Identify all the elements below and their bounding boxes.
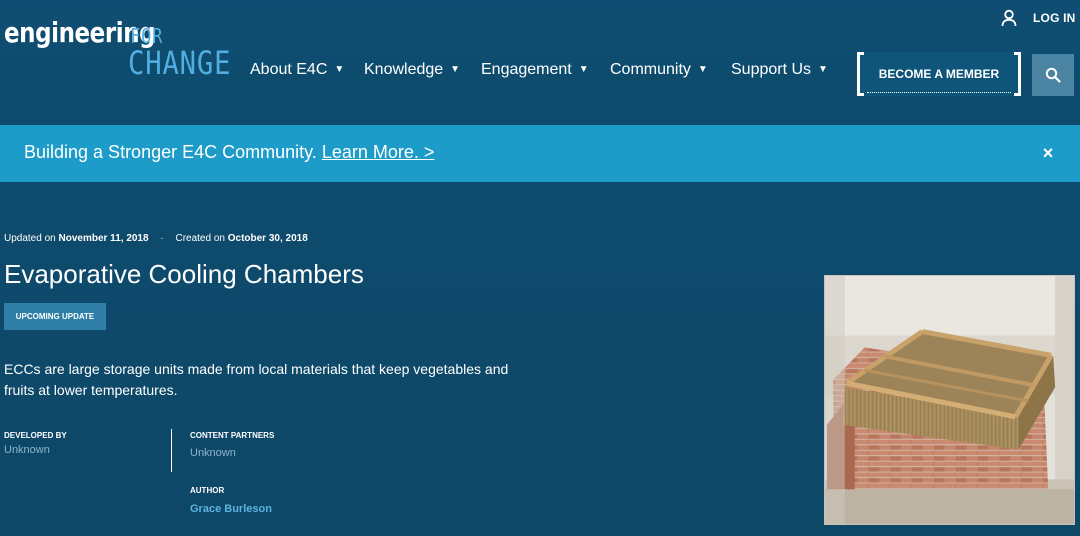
banner-learn-more-link[interactable]: Learn More. >: [322, 142, 435, 162]
content-partners-value: Unknown: [190, 447, 236, 459]
content-partners-label: CONTENT PARTNERS: [190, 431, 275, 440]
date-separator: ·: [160, 233, 164, 244]
site-header: engineering FOR CHANGE About E4C ▼ Knowle…: [0, 0, 1080, 125]
author-link[interactable]: Grace Burleson: [190, 503, 272, 515]
login-label: LOG IN: [1033, 11, 1076, 25]
nav-item-about[interactable]: About E4C ▼: [250, 61, 344, 81]
bracket-right: [1014, 52, 1021, 96]
page-title: Evaporative Cooling Chambers: [4, 259, 364, 289]
become-member-label: BECOME A MEMBER: [878, 67, 1000, 81]
nav-item-label: Engagement: [481, 61, 572, 78]
upcoming-update-badge[interactable]: UPCOMING UPDATE: [4, 303, 106, 330]
caret-down-icon: ▼: [450, 64, 461, 75]
created-date: October 30, 2018: [227, 233, 308, 244]
search-icon: [1045, 67, 1061, 83]
article-description: ECCs are large storage units made from l…: [4, 361, 509, 398]
become-member-button[interactable]: BECOME A MEMBER: [857, 52, 1021, 96]
announcement-banner: Building a Stronger E4C Community. Learn…: [0, 125, 1080, 182]
author-label: AUTHOR: [190, 486, 225, 495]
cooling-chamber-photo: [824, 275, 1075, 525]
article-hero: Updated on November 11, 2018 · Created o…: [0, 182, 1080, 536]
nav-item-label: Community: [610, 61, 691, 78]
user-icon: [1001, 9, 1017, 27]
bracket-left: [857, 52, 864, 96]
nav-item-label: About E4C: [250, 61, 328, 78]
nav-item-support[interactable]: Support Us ▼: [731, 61, 828, 81]
updated-date: November 11, 2018: [58, 233, 149, 244]
developed-by-value: Unknown: [4, 444, 50, 456]
login-link[interactable]: LOG IN: [1000, 8, 1076, 28]
created-prefix: Created on: [175, 233, 225, 244]
nav-item-community[interactable]: Community ▼: [610, 61, 708, 81]
nav-item-label: Knowledge: [364, 61, 444, 78]
banner-message: Building a Stronger E4C Community. Learn…: [24, 142, 434, 163]
caret-down-icon: ▼: [697, 64, 708, 75]
article-dates: Updated on November 11, 2018 · Created o…: [4, 233, 308, 244]
meta-divider: [171, 429, 172, 472]
close-icon[interactable]: ×: [1038, 143, 1058, 163]
developed-by-label: DEVELOPED BY: [4, 431, 67, 440]
caret-down-icon: ▼: [334, 64, 345, 75]
nav-item-knowledge[interactable]: Knowledge ▼: [364, 61, 460, 81]
logo-change-text: CHANGE: [128, 44, 232, 82]
updated-prefix: Updated on: [4, 233, 56, 244]
nav-item-engagement[interactable]: Engagement ▼: [481, 61, 589, 81]
nav-item-label: Support Us: [731, 61, 812, 78]
button-underline: [867, 92, 1011, 93]
caret-down-icon: ▼: [578, 64, 589, 75]
banner-text: Building a Stronger E4C Community.: [24, 142, 317, 162]
caret-down-icon: ▼: [818, 64, 828, 75]
search-button[interactable]: [1032, 54, 1074, 96]
